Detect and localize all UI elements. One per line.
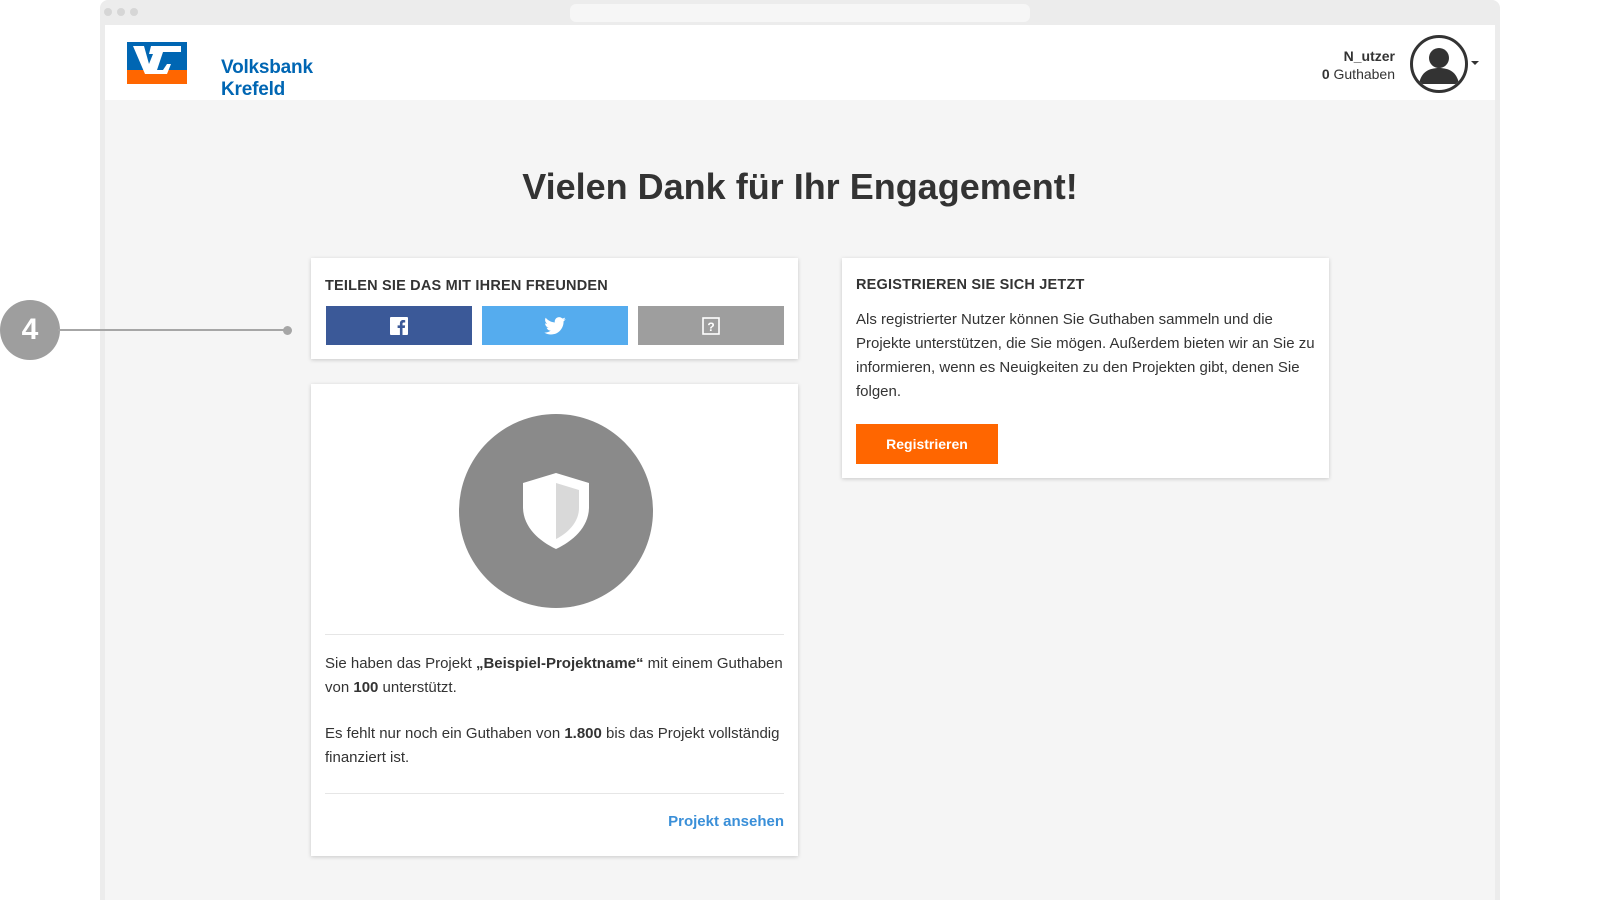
credit-label: Guthaben [1333, 66, 1396, 82]
missing-amount: 1.800 [564, 725, 602, 742]
text-segment: unterstützt. [378, 679, 457, 696]
svg-text:?: ? [707, 320, 714, 334]
app-header: Volksbank Krefeld eG N_utzer 0 Guthaben [105, 25, 1495, 122]
register-button[interactable]: Registrieren [856, 424, 998, 464]
annotation-dot [283, 326, 292, 335]
project-name: „Beispiel-Projektname“ [475, 655, 644, 672]
user-info: N_utzer 0 Guthaben [1322, 47, 1395, 83]
view-project-link[interactable]: Projekt ansehen [668, 813, 784, 830]
project-image [459, 414, 653, 608]
twitter-share-button[interactable] [482, 306, 628, 345]
user-avatar-icon [1419, 48, 1459, 84]
facebook-icon [390, 316, 408, 335]
credit-amount: 0 [1321, 66, 1330, 82]
window-dot [104, 8, 112, 16]
page-title: Vielen Dank für Ihr Engagement! [522, 166, 1078, 207]
support-text: Sie haben das Projekt „Beispiel-Projektn… [325, 652, 784, 700]
user-name: N_utzer [1343, 48, 1395, 64]
twitter-icon [544, 316, 566, 334]
missing-text: Es fehlt nur noch ein Guthaben von 1.800… [325, 722, 784, 770]
share-card: TEILEN SIE DAS MIT IHREN FREUNDEN ? [311, 258, 798, 359]
shield-icon [523, 473, 589, 549]
main-content: Vielen Dank für Ihr Engagement! TEILEN S… [105, 100, 1495, 900]
facebook-share-button[interactable] [326, 306, 472, 345]
share-heading: TEILEN SIE DAS MIT IHREN FREUNDEN [325, 278, 608, 294]
project-card: Sie haben das Projekt „Beispiel-Projektn… [311, 384, 798, 856]
volksbank-logo-icon [127, 42, 187, 84]
divider [325, 793, 784, 794]
address-bar[interactable] [570, 4, 1030, 22]
support-amount: 100 [353, 679, 379, 696]
user-credit: 0 Guthaben [1322, 65, 1395, 83]
register-text: Als registrierter Nutzer können Sie Guth… [856, 311, 1315, 400]
divider [325, 634, 784, 635]
register-card: REGISTRIEREN SIE SICH JETZT Als registri… [842, 258, 1329, 478]
volksbank-logo[interactable]: Volksbank Krefeld eG [127, 42, 313, 122]
text-segment: Es fehlt nur noch ein Guthaben von [325, 725, 565, 742]
other-share-button[interactable]: ? [638, 306, 784, 345]
question-icon: ? [702, 316, 720, 335]
chevron-down-icon[interactable] [1471, 61, 1479, 65]
avatar[interactable] [1410, 35, 1468, 93]
window-dot [130, 8, 138, 16]
text-segment: Sie haben das Projekt [325, 655, 476, 672]
annotation-line [58, 329, 288, 331]
register-heading: REGISTRIEREN SIE SICH JETZT [856, 277, 1085, 293]
window-dot [117, 8, 125, 16]
annotation-marker: 4 [0, 300, 60, 360]
logo-line-1: Volksbank [221, 57, 313, 78]
